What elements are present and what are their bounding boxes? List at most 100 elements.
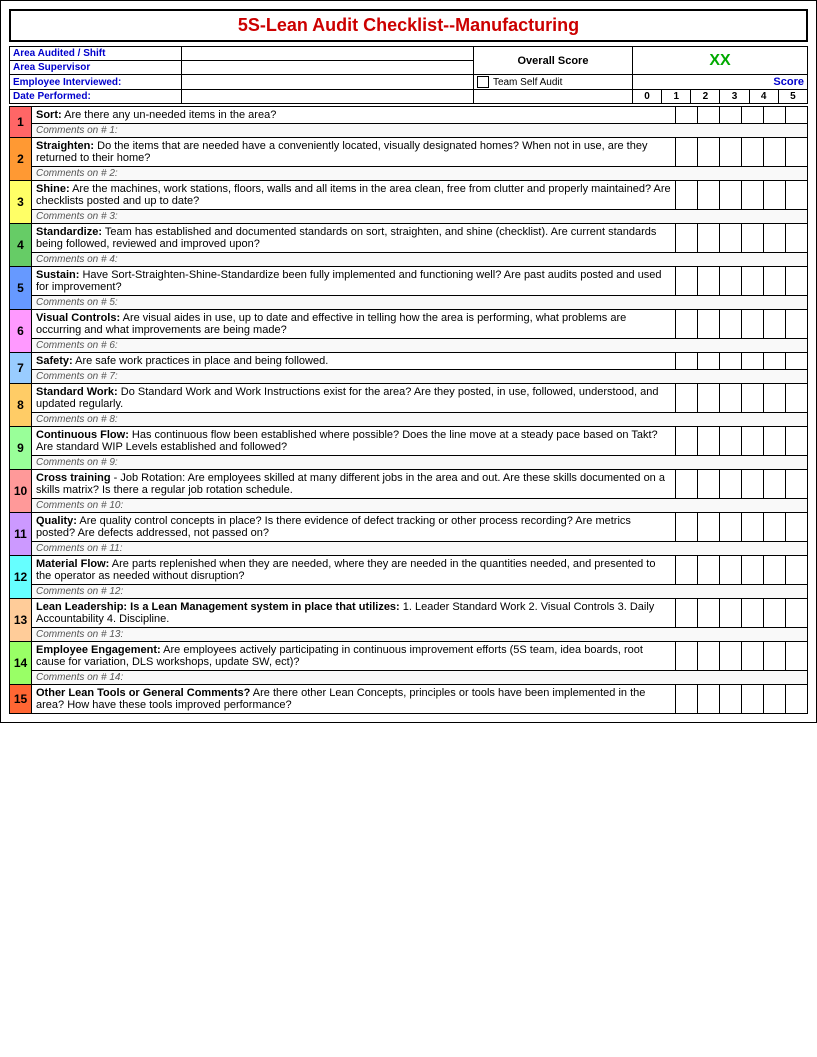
score-cell[interactable] (786, 642, 808, 671)
comment-cell[interactable]: Comments on # 9: (32, 456, 808, 470)
score-cell[interactable] (676, 427, 698, 456)
comment-cell[interactable]: Comments on # 2: (32, 167, 808, 181)
score-cell[interactable] (676, 353, 698, 370)
score-cell[interactable] (720, 224, 742, 253)
score-cell[interactable] (764, 427, 786, 456)
score-cell[interactable] (742, 556, 764, 585)
score-cell[interactable] (786, 513, 808, 542)
score-cell[interactable] (742, 599, 764, 628)
score-cell[interactable] (742, 513, 764, 542)
score-cell[interactable] (742, 353, 764, 370)
score-cell[interactable] (698, 224, 720, 253)
comment-cell[interactable]: Comments on # 6: (32, 339, 808, 353)
score-cell[interactable] (742, 224, 764, 253)
score-cell[interactable] (698, 427, 720, 456)
score-cell[interactable] (698, 599, 720, 628)
comment-cell[interactable]: Comments on # 14: (32, 671, 808, 685)
score-cell[interactable] (720, 470, 742, 499)
score-cell[interactable] (786, 267, 808, 296)
score-cell[interactable] (742, 384, 764, 413)
score-cell[interactable] (676, 470, 698, 499)
score-cell[interactable] (720, 513, 742, 542)
score-cell[interactable] (720, 310, 742, 339)
score-cell[interactable] (698, 513, 720, 542)
score-cell[interactable] (764, 224, 786, 253)
comment-cell[interactable]: Comments on # 4: (32, 253, 808, 267)
score-cell[interactable] (742, 267, 764, 296)
score-cell[interactable] (786, 310, 808, 339)
area-audited-value[interactable] (182, 47, 474, 61)
score-cell[interactable] (720, 353, 742, 370)
score-cell[interactable] (764, 685, 786, 714)
score-cell[interactable] (698, 138, 720, 167)
comment-cell[interactable]: Comments on # 12: (32, 585, 808, 599)
score-cell[interactable] (764, 310, 786, 339)
score-cell[interactable] (786, 685, 808, 714)
score-cell[interactable] (676, 685, 698, 714)
score-cell[interactable] (698, 181, 720, 210)
score-cell[interactable] (764, 513, 786, 542)
score-cell[interactable] (764, 384, 786, 413)
score-cell[interactable] (786, 384, 808, 413)
score-cell[interactable] (786, 427, 808, 456)
comment-cell[interactable]: Comments on # 3: (32, 210, 808, 224)
score-cell[interactable] (720, 556, 742, 585)
team-self-audit-checkbox[interactable] (477, 76, 489, 88)
score-cell[interactable] (764, 353, 786, 370)
area-supervisor-value[interactable] (182, 61, 474, 75)
score-cell[interactable] (764, 556, 786, 585)
comment-cell[interactable]: Comments on # 11: (32, 542, 808, 556)
score-cell[interactable] (742, 685, 764, 714)
score-cell[interactable] (676, 138, 698, 167)
score-cell[interactable] (676, 384, 698, 413)
comment-cell[interactable]: Comments on # 7: (32, 370, 808, 384)
score-cell[interactable] (720, 642, 742, 671)
score-cell[interactable] (676, 556, 698, 585)
score-cell[interactable] (742, 427, 764, 456)
score-cell[interactable] (764, 642, 786, 671)
score-cell[interactable] (764, 107, 786, 124)
score-cell[interactable] (698, 556, 720, 585)
score-cell[interactable] (786, 224, 808, 253)
score-cell[interactable] (786, 599, 808, 628)
score-cell[interactable] (720, 181, 742, 210)
score-cell[interactable] (720, 138, 742, 167)
score-cell[interactable] (764, 599, 786, 628)
score-cell[interactable] (698, 470, 720, 499)
score-cell[interactable] (720, 427, 742, 456)
score-cell[interactable] (676, 107, 698, 124)
score-cell[interactable] (698, 353, 720, 370)
score-cell[interactable] (676, 642, 698, 671)
score-cell[interactable] (720, 685, 742, 714)
score-cell[interactable] (676, 599, 698, 628)
score-cell[interactable] (764, 470, 786, 499)
score-cell[interactable] (786, 353, 808, 370)
score-cell[interactable] (720, 384, 742, 413)
score-cell[interactable] (742, 642, 764, 671)
score-cell[interactable] (676, 181, 698, 210)
score-cell[interactable] (786, 138, 808, 167)
comment-cell[interactable]: Comments on # 10: (32, 499, 808, 513)
score-cell[interactable] (698, 310, 720, 339)
date-performed-value[interactable] (182, 90, 474, 104)
comment-cell[interactable]: Comments on # 5: (32, 296, 808, 310)
score-cell[interactable] (742, 138, 764, 167)
score-cell[interactable] (764, 181, 786, 210)
score-cell[interactable] (742, 470, 764, 499)
score-cell[interactable] (698, 267, 720, 296)
comment-cell[interactable]: Comments on # 8: (32, 413, 808, 427)
score-cell[interactable] (698, 384, 720, 413)
employee-interviewed-value[interactable] (182, 75, 474, 90)
score-cell[interactable] (786, 470, 808, 499)
score-cell[interactable] (764, 138, 786, 167)
comment-cell[interactable]: Comments on # 13: (32, 628, 808, 642)
score-cell[interactable] (720, 267, 742, 296)
score-cell[interactable] (742, 181, 764, 210)
score-cell[interactable] (720, 599, 742, 628)
score-cell[interactable] (786, 556, 808, 585)
score-cell[interactable] (742, 107, 764, 124)
score-cell[interactable] (786, 107, 808, 124)
score-cell[interactable] (698, 642, 720, 671)
score-cell[interactable] (698, 107, 720, 124)
score-cell[interactable] (698, 685, 720, 714)
